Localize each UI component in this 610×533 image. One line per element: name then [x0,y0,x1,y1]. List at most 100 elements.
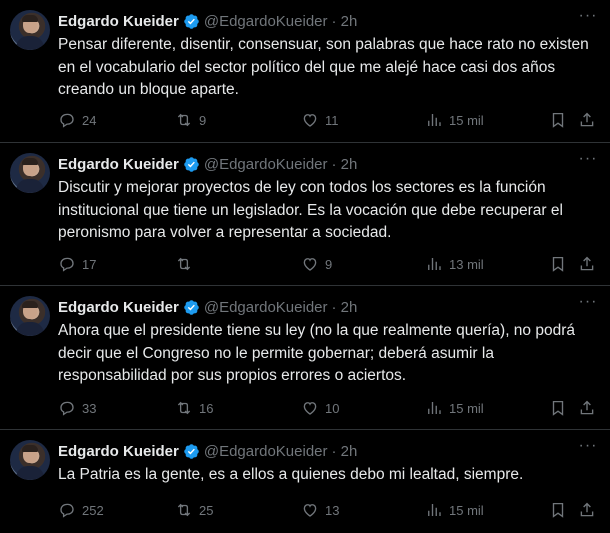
avatar-suit [16,322,44,336]
reply-count: 33 [82,400,97,416]
reply-count: 252 [82,502,104,518]
tweet[interactable]: Edgardo Kueider @EdgardoKueider · 2h ···… [0,286,610,430]
tweet-text: Discutir y mejorar proyectos de ley con … [58,179,563,241]
share-icon [580,400,594,415]
tweet-header: Edgardo Kueider @EdgardoKueider · 2h [58,154,357,174]
reply-icon [60,257,74,272]
like-count: 9 [325,256,333,272]
author-name[interactable]: Edgardo Kueider [58,299,179,316]
author-name[interactable]: Edgardo Kueider [58,156,179,173]
verified-badge-icon [184,156,199,172]
like-button[interactable]: 11 [301,110,339,130]
reply-button[interactable]: 24 [58,110,96,130]
bookmark-icon [552,502,564,518]
tweet-text: Pensar diferente, disentir, consensuar, … [58,36,589,98]
repost-button[interactable] [175,254,199,274]
reply-button[interactable]: 252 [58,500,104,520]
verified-badge-icon [184,299,199,315]
heart-icon [303,504,317,517]
author-name[interactable]: Edgardo Kueider [58,13,179,30]
views-button[interactable]: 15 mil [425,500,484,520]
repost-count: 16 [199,400,214,416]
repost-count: 25 [199,502,214,518]
more-icon[interactable]: ··· [578,294,598,315]
repost-button[interactable]: 9 [175,110,206,130]
reply-button[interactable]: 33 [58,398,96,418]
tweet-time[interactable]: · 2h [332,156,358,173]
repost-icon [177,113,191,127]
author-handle[interactable]: @EdgardoKueider [204,156,328,173]
avatar[interactable] [10,10,50,50]
share-button[interactable] [578,254,596,274]
like-button[interactable]: 13 [301,500,339,520]
author-handle[interactable]: @EdgardoKueider [204,299,328,316]
tweet-time[interactable]: · 2h [332,299,358,316]
avatar[interactable] [10,296,50,336]
tweet-time[interactable]: · 2h [332,443,358,460]
views-count: 15 mil [449,112,484,128]
verified-badge-icon [184,443,199,459]
views-icon [428,504,441,516]
tweet-actions: 252 25 13 15 mil [58,500,598,520]
bookmark-button[interactable] [549,500,567,520]
repost-count: 9 [199,112,207,128]
tweet-actions: 24 9 11 15 mil [58,110,598,130]
share-icon [580,502,594,517]
tweet-text: Ahora que el presidente tiene su ley (no… [58,322,576,384]
views-button[interactable]: 15 mil [425,398,484,418]
avatar-hair [22,445,38,452]
repost-icon [177,257,191,271]
repost-button[interactable]: 25 [175,500,213,520]
reply-icon [60,401,74,416]
views-icon [428,258,441,270]
tweet-header: Edgardo Kueider @EdgardoKueider · 2h [58,441,357,461]
more-icon[interactable]: ··· [578,151,598,172]
avatar-suit [16,36,44,50]
avatar-hair [22,158,38,165]
bookmark-button[interactable] [549,110,567,130]
views-count: 15 mil [449,400,484,416]
avatar[interactable] [10,153,50,193]
avatar[interactable] [10,440,50,480]
reply-button[interactable]: 17 [58,254,96,274]
bookmark-button[interactable] [549,254,567,274]
share-button[interactable] [578,398,596,418]
bookmark-icon [552,256,564,272]
author-handle[interactable]: @EdgardoKueider [204,443,328,460]
avatar-hair [22,301,38,308]
views-icon [428,402,441,414]
repost-button[interactable]: 16 [175,398,213,418]
tweet[interactable]: Edgardo Kueider @EdgardoKueider · 2h ···… [0,143,610,286]
views-count: 15 mil [449,502,484,518]
share-button[interactable] [578,500,596,520]
tweet[interactable]: Edgardo Kueider @EdgardoKueider · 2h ···… [0,0,610,143]
like-count: 13 [325,502,340,518]
repost-icon [177,401,191,415]
more-icon[interactable]: ··· [578,438,598,459]
views-button[interactable]: 13 mil [425,254,484,274]
avatar-suit [16,179,44,193]
tweet-time[interactable]: · 2h [332,13,358,30]
views-button[interactable]: 15 mil [425,110,484,130]
like-count: 11 [325,112,339,128]
bookmark-button[interactable] [549,398,567,418]
heart-icon [303,402,317,415]
tweet-header: Edgardo Kueider @EdgardoKueider · 2h [58,297,357,317]
reply-icon [60,503,74,518]
share-button[interactable] [578,110,596,130]
like-count: 10 [325,400,340,416]
views-icon [428,114,441,126]
like-button[interactable]: 9 [301,254,332,274]
more-icon[interactable]: ··· [578,8,598,29]
share-icon [580,256,594,271]
bookmark-icon [552,112,564,128]
reply-count: 24 [82,112,97,128]
heart-icon [303,114,317,127]
heart-icon [303,258,317,271]
tweet[interactable]: Edgardo Kueider @EdgardoKueider · 2h ···… [0,430,610,533]
author-name[interactable]: Edgardo Kueider [58,443,179,460]
tweet-text: La Patria es la gente, es a ellos a quie… [58,466,524,483]
reply-icon [60,113,74,128]
author-handle[interactable]: @EdgardoKueider [204,13,328,30]
like-button[interactable]: 10 [301,398,339,418]
